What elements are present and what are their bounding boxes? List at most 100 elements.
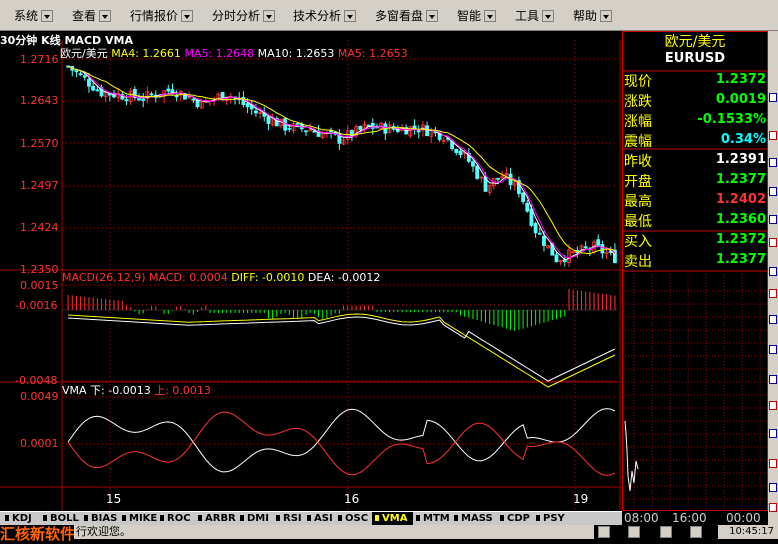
tab-roc[interactable]: ROC	[157, 512, 195, 526]
quote-row-change: 涨跌 0.0019	[622, 89, 768, 111]
toolbar-icon[interactable]	[769, 459, 777, 468]
quote-value: 0.34%	[720, 132, 766, 147]
menu-tools[interactable]: 工具	[515, 7, 555, 24]
tab-marker-icon	[454, 515, 458, 521]
candle-body	[95, 89, 100, 92]
menu-intraday[interactable]: 分时分析	[212, 7, 276, 24]
candle-body	[124, 99, 129, 102]
tab-marker-icon	[536, 515, 540, 521]
candle-body	[537, 232, 542, 235]
candle-body	[91, 86, 96, 91]
menu-technical[interactable]: 技术分析	[293, 7, 357, 24]
vma-tick: 0.0001	[20, 437, 59, 450]
tab-mtm[interactable]: MTM	[413, 512, 451, 526]
chevron-down-icon	[344, 10, 357, 22]
date-label: 19	[573, 492, 589, 506]
tab-marker-icon	[43, 515, 47, 521]
toolbar-icon[interactable]	[769, 315, 777, 324]
quote-value: 1.2372	[715, 72, 766, 87]
toolbar-icon[interactable]	[769, 429, 777, 438]
macd-tick: 0.0015	[20, 279, 59, 292]
tab-marker-icon	[276, 515, 280, 521]
tab-bias[interactable]: BIAS	[81, 512, 119, 526]
toolbar-icon[interactable]	[769, 375, 777, 384]
ma-line	[67, 65, 616, 261]
chevron-down-icon	[542, 10, 555, 22]
tab-marker-icon	[5, 515, 9, 521]
candle-body	[137, 98, 141, 101]
toolbar-icon[interactable]	[769, 267, 777, 276]
status-icon[interactable]	[628, 526, 640, 538]
intraday-price-line	[624, 420, 639, 492]
vma-legend: VMA 下: -0.0013 上: 0.0013	[62, 382, 211, 398]
vma-down-line	[67, 408, 616, 473]
tab-rsi[interactable]: RSI	[273, 512, 304, 526]
vma-tick: 0.0049	[20, 390, 59, 403]
tab-psy[interactable]: PSY	[533, 512, 569, 526]
time-label: 16:00	[672, 511, 707, 525]
quote-row-bid: 买入 1.2372	[622, 229, 768, 251]
quote-label: 涨跌	[624, 94, 652, 110]
tab-dmi[interactable]: DMI	[237, 512, 273, 526]
toolbar-icon[interactable]	[769, 345, 777, 354]
tab-osc[interactable]: OSC	[335, 512, 372, 526]
quote-row-price: 现价 1.2372	[622, 69, 768, 91]
vma-series	[67, 408, 616, 476]
price-tick: 1.2350	[20, 263, 59, 276]
status-icon[interactable]	[660, 526, 672, 538]
candle-body	[141, 98, 146, 101]
quote-value: 1.2377	[715, 172, 766, 187]
toolbar-icon[interactable]	[769, 93, 777, 102]
tab-arbr[interactable]: ARBR	[195, 512, 237, 526]
date-label: 15	[106, 492, 122, 506]
toolbar-icon[interactable]	[769, 503, 777, 512]
candle-body	[600, 244, 605, 254]
quote-label: 开盘	[624, 174, 652, 190]
price-tick: 1.2716	[20, 53, 59, 66]
legend-vma-up-label: 上:	[154, 384, 169, 397]
toolbar-icon[interactable]	[769, 401, 777, 410]
tab-mass[interactable]: MASS	[451, 512, 497, 526]
toolbar-icon[interactable]	[769, 238, 777, 247]
macd-tick: -0.0048	[15, 374, 58, 387]
chevron-down-icon	[426, 10, 439, 22]
toolbar-icon[interactable]	[769, 289, 777, 298]
menu-multiwindow[interactable]: 多窗看盘	[375, 7, 439, 24]
quote-label: 现价	[624, 74, 652, 90]
tab-marker-icon	[375, 515, 379, 521]
toolbar-icon[interactable]	[769, 215, 777, 224]
tab-vma[interactable]: VMA	[372, 512, 413, 526]
candle-body	[191, 98, 196, 101]
menu-quotes[interactable]: 行情报价	[130, 7, 194, 24]
toolbar-icon[interactable]	[769, 131, 777, 140]
status-icon[interactable]	[598, 526, 610, 538]
menu-system[interactable]: 系统	[14, 7, 54, 24]
status-icon[interactable]	[690, 526, 702, 538]
main-legend: 欧元/美元 MA4: 1.2661 MA5: 1.2648 MA10: 1.26…	[60, 45, 408, 61]
candle-body	[287, 127, 292, 130]
tab-marker-icon	[338, 515, 342, 521]
menu-help[interactable]: 帮助	[573, 7, 613, 24]
candle-body	[525, 202, 530, 212]
tab-marker-icon	[240, 515, 244, 521]
toolbar-icon[interactable]	[769, 483, 777, 492]
candle-body	[583, 246, 588, 249]
tab-mike[interactable]: MIKE	[119, 512, 157, 526]
candle-body	[416, 130, 421, 133]
quote-label: 买入	[624, 234, 652, 250]
menu-view[interactable]: 查看	[72, 7, 112, 24]
toolbar-icon[interactable]	[769, 187, 777, 196]
quote-symbol-code: EURUSD	[664, 51, 726, 66]
menu-smart[interactable]: 智能	[457, 7, 497, 24]
macd-tick: -0.0016	[15, 299, 58, 312]
toolbar-icon[interactable]	[769, 158, 777, 167]
quote-label: 最高	[624, 194, 652, 210]
legend-ma4: MA4: 1.2661	[111, 47, 181, 60]
candle-body	[366, 124, 371, 127]
tab-cdp[interactable]: CDP	[497, 512, 533, 526]
macd-legend: MACD(26,12,9) MACD: 0.0004 DIFF: -0.0010…	[62, 271, 380, 284]
quote-value: 1.2377	[715, 252, 766, 267]
tab-asi[interactable]: ASI	[304, 512, 335, 526]
legend-ma5: MA5: 1.2648	[184, 47, 255, 60]
menu-bar: 系统 查看 行情报价 分时分析 技术分析 多窗看盘 智能 工具 帮助	[0, 0, 778, 31]
